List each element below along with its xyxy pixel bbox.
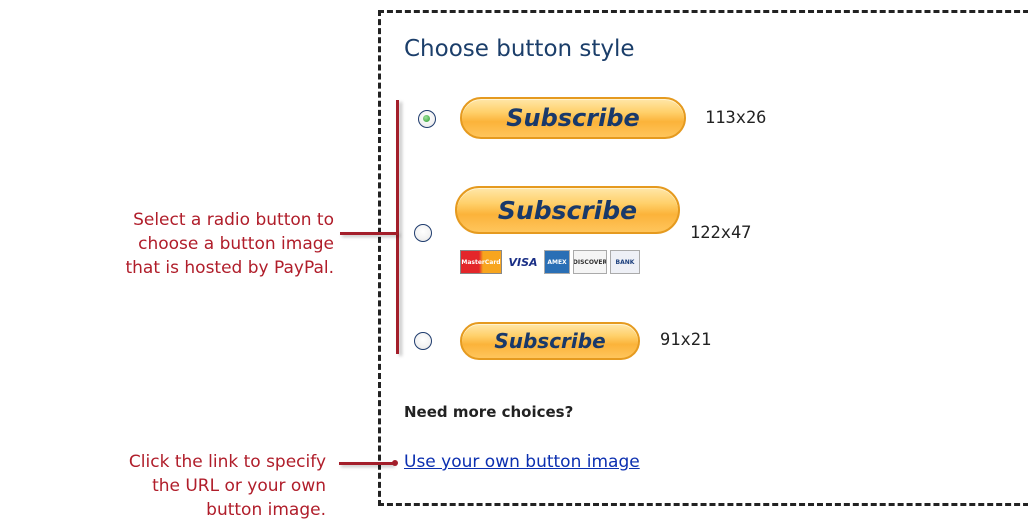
subscribe-button-113x26[interactable]: Subscribe [460, 97, 686, 139]
annotation-line: the URL or your own [152, 476, 326, 496]
radio-option-122x47[interactable] [414, 224, 432, 242]
radio-option-91x21[interactable] [414, 332, 432, 350]
amex-icon: AMEX [544, 250, 570, 274]
mastercard-icon: MasterCard [460, 250, 502, 274]
annotation-line: Click the link to specify [128, 452, 326, 472]
dimensions-label: 122x47 [690, 223, 752, 243]
dimensions-label: 91x21 [660, 330, 712, 350]
panel-title: Choose button style [404, 36, 635, 62]
card-logos: MasterCard VISA AMEX DISCOVER BANK [460, 250, 640, 274]
subscribe-button-label: Subscribe [494, 329, 606, 353]
radio-help-annotation: Select a radio button to choose a button… [0, 208, 334, 280]
visa-icon: VISA [505, 250, 541, 274]
link-help-annotation: Click the link to specify the URL or you… [0, 450, 326, 522]
more-choices-label: Need more choices? [404, 403, 574, 421]
annotation-connector-end [392, 460, 398, 466]
discover-icon: DISCOVER [573, 250, 607, 274]
subscribe-button-label: Subscribe [497, 195, 638, 225]
radio-option-113x26[interactable] [418, 110, 436, 128]
annotation-line: that is hosted by PayPal. [125, 258, 334, 278]
subscribe-button-122x47[interactable]: Subscribe [455, 186, 680, 234]
annotation-connector [339, 462, 393, 465]
dimensions-label: 113x26 [705, 108, 767, 128]
annotation-line: choose a button image [138, 234, 334, 254]
bank-icon: BANK [610, 250, 640, 274]
subscribe-button-label: Subscribe [506, 104, 640, 132]
annotation-line: Select a radio button to [133, 210, 334, 230]
annotation-line: button image. [206, 500, 326, 520]
use-own-button-image-link[interactable]: Use your own button image [404, 452, 640, 472]
subscribe-button-91x21[interactable]: Subscribe [460, 322, 640, 360]
annotation-connector [340, 232, 398, 235]
annotation-bracket [396, 100, 399, 354]
